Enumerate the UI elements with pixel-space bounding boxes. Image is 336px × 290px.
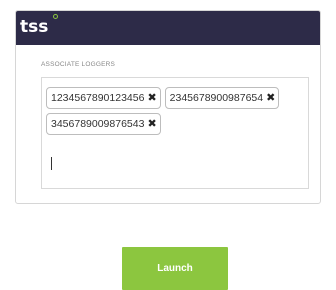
tag-list: 1234567890123456 ✖ 2345678900987654 ✖ 34… (46, 87, 304, 135)
text-caret (51, 157, 52, 170)
logger-tag: 1234567890123456 ✖ (46, 87, 161, 109)
section-label: ASSOCIATE LOGGERS (41, 61, 116, 68)
close-icon[interactable]: ✖ (147, 113, 156, 135)
logger-tag-label: 3456789009876543 (51, 118, 145, 130)
tss-logo: tss (20, 17, 49, 37)
logger-tag-label: 1234567890123456 (51, 92, 145, 104)
app-header: tss (16, 11, 320, 45)
logger-tag-label: 2345678900987654 (169, 92, 264, 104)
launch-button[interactable]: Launch (122, 247, 228, 290)
logger-id-input[interactable] (48, 156, 248, 174)
logo-circle-icon (53, 14, 58, 19)
logger-tag: 2345678900987654 ✖ (164, 87, 280, 109)
logger-tag-field[interactable]: 1234567890123456 ✖ 2345678900987654 ✖ 34… (41, 77, 309, 189)
associate-loggers-card: tss ASSOCIATE LOGGERS 1234567890123456 ✖… (15, 10, 321, 204)
close-icon[interactable]: ✖ (266, 87, 275, 109)
logger-tag: 3456789009876543 ✖ (46, 113, 161, 135)
close-icon[interactable]: ✖ (147, 87, 156, 109)
